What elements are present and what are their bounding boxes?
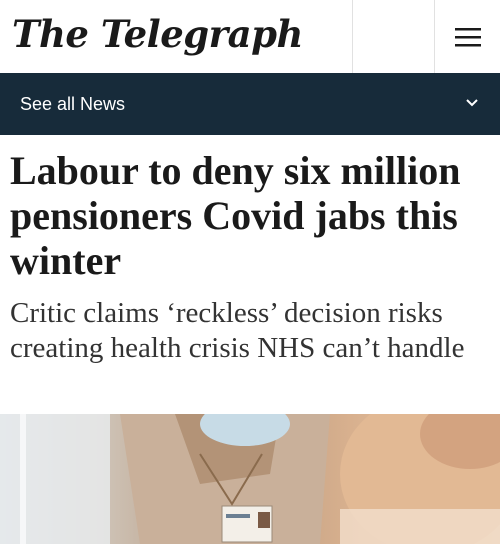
article-headline: Labour to deny six million pensioners Co… (10, 148, 461, 283)
telegraph-logo[interactable]: The Telegraph (12, 10, 303, 58)
hamburger-menu-icon (454, 27, 481, 46)
header-divider (352, 0, 353, 73)
hero-illustration (0, 414, 500, 544)
see-all-news-dropdown[interactable]: See all News (0, 73, 500, 135)
article-hero-image (0, 414, 500, 544)
site-header: The Telegraph (0, 0, 500, 74)
see-all-news-label: See all News (20, 94, 126, 114)
menu-button[interactable] (435, 0, 500, 73)
chevron-down-icon (466, 99, 478, 107)
article-standfirst: Critic claims ‘reckless’ decision risks … (10, 297, 465, 364)
